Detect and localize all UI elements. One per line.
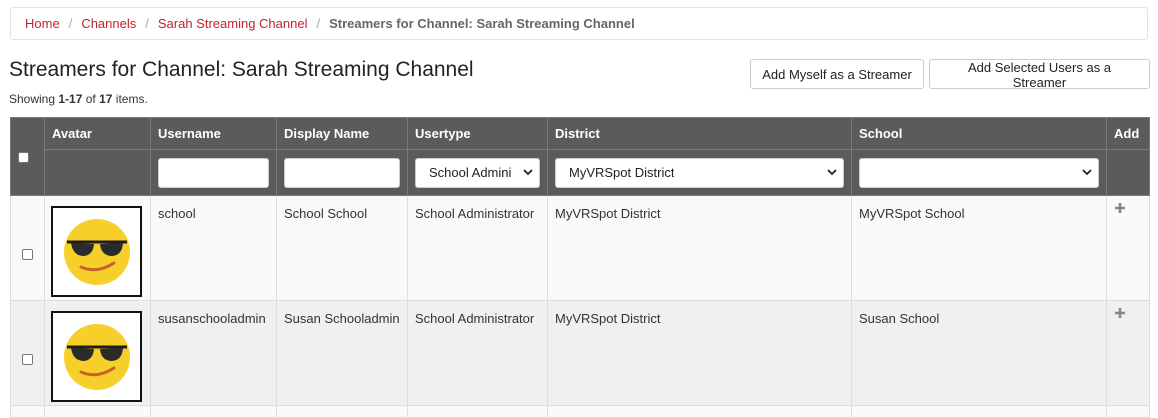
column-header-usertype[interactable]: Usertype	[407, 117, 548, 150]
row-checkbox[interactable]	[22, 353, 33, 365]
table-filter-row: School Admini MyVRSpot District	[11, 149, 1150, 196]
column-header-username[interactable]: Username	[150, 117, 277, 150]
breadcrumb: Home / Channels / Sarah Streaming Channe…	[10, 7, 1148, 40]
table-row: school School School School Administrato…	[10, 195, 1150, 301]
avatar-cell	[44, 195, 151, 301]
district-cell: MyVRSpot District	[547, 195, 852, 301]
district-filter-cell: MyVRSpot District	[547, 149, 852, 196]
add-selected-users-button[interactable]: Add Selected Users as a Streamer	[929, 59, 1150, 90]
avatar-cell	[44, 300, 151, 406]
avatar	[51, 311, 142, 402]
table-row: susanschooladmin Susan Schooladmin Schoo…	[10, 300, 1150, 406]
streamers-table: Avatar Username Display Name Usertype Di…	[10, 117, 1150, 418]
breadcrumb-separator: /	[145, 16, 149, 31]
add-myself-button[interactable]: Add Myself as a Streamer	[750, 59, 924, 89]
row-select-cell	[10, 195, 45, 301]
district-filter-select[interactable]: MyVRSpot District	[555, 157, 844, 188]
page-title: Streamers for Channel: Sarah Streaming C…	[9, 58, 474, 81]
summary-suffix: items.	[112, 92, 148, 106]
username-filter-cell	[150, 149, 277, 196]
display-name-filter-cell	[276, 149, 408, 196]
display-name-cell: School School	[276, 195, 408, 301]
column-header-display-name[interactable]: Display Name	[276, 117, 408, 150]
select-all-cell	[10, 117, 45, 196]
column-header-district[interactable]: District	[547, 117, 852, 150]
column-header-avatar: Avatar	[44, 117, 151, 150]
plus-icon[interactable]	[1114, 202, 1126, 214]
summary-total: 17	[99, 92, 113, 106]
usertype-filter-select[interactable]: School Admini	[415, 157, 540, 188]
usertype-cell: School Administrator	[407, 195, 548, 301]
school-filter-select[interactable]	[859, 157, 1099, 188]
breadcrumb-separator: /	[68, 16, 73, 31]
school-cell: Susan School	[851, 300, 1107, 406]
table-header-row: Avatar Username Display Name Usertype Di…	[10, 117, 1150, 196]
results-summary: Showing 1-17 of 17 items.	[9, 92, 148, 106]
select-all-checkbox[interactable]	[18, 152, 29, 164]
district-cell: MyVRSpot District	[547, 300, 852, 406]
school-filter-cell	[851, 149, 1107, 196]
add-cell	[1106, 195, 1150, 301]
breadcrumb-current: Streamers for Channel: Sarah Streaming C…	[329, 16, 635, 31]
column-header-school[interactable]: School	[851, 117, 1107, 150]
breadcrumb-channel-link[interactable]: Sarah Streaming Channel	[158, 16, 308, 31]
username-filter-input[interactable]	[158, 157, 269, 188]
username-cell: susanschooladmin	[150, 300, 277, 406]
row-checkbox[interactable]	[22, 248, 33, 260]
breadcrumb-home-link[interactable]: Home	[25, 16, 60, 31]
usertype-filter-cell: School Admini	[407, 149, 548, 196]
summary-range: 1-17	[58, 92, 83, 106]
school-cell: MyVRSpot School	[851, 195, 1107, 301]
chevron-down-icon	[523, 169, 533, 176]
district-filter-value: MyVRSpot District	[569, 165, 675, 180]
avatar-filter-cell	[44, 149, 151, 196]
breadcrumb-separator: /	[316, 16, 321, 31]
sunglasses-emoji-icon	[63, 218, 130, 285]
display-name-filter-input[interactable]	[284, 157, 400, 188]
display-name-cell: Susan Schooladmin	[276, 300, 408, 406]
summary-mid: of	[82, 92, 100, 106]
summary-prefix: Showing	[9, 92, 59, 106]
sunglasses-emoji-icon	[63, 323, 130, 390]
breadcrumb-channels-link[interactable]: Channels	[81, 16, 136, 31]
add-cell	[1106, 300, 1150, 406]
chevron-down-icon	[827, 169, 837, 176]
plus-icon[interactable]	[1114, 307, 1126, 319]
row-select-cell	[10, 300, 45, 406]
column-header-add: Add	[1106, 117, 1150, 150]
add-filter-cell	[1106, 149, 1150, 196]
avatar	[51, 206, 142, 297]
chevron-down-icon	[1082, 169, 1092, 176]
usertype-filter-value: School Admini	[429, 165, 512, 180]
usertype-cell: School Administrator	[407, 300, 548, 406]
username-cell: school	[150, 195, 277, 301]
